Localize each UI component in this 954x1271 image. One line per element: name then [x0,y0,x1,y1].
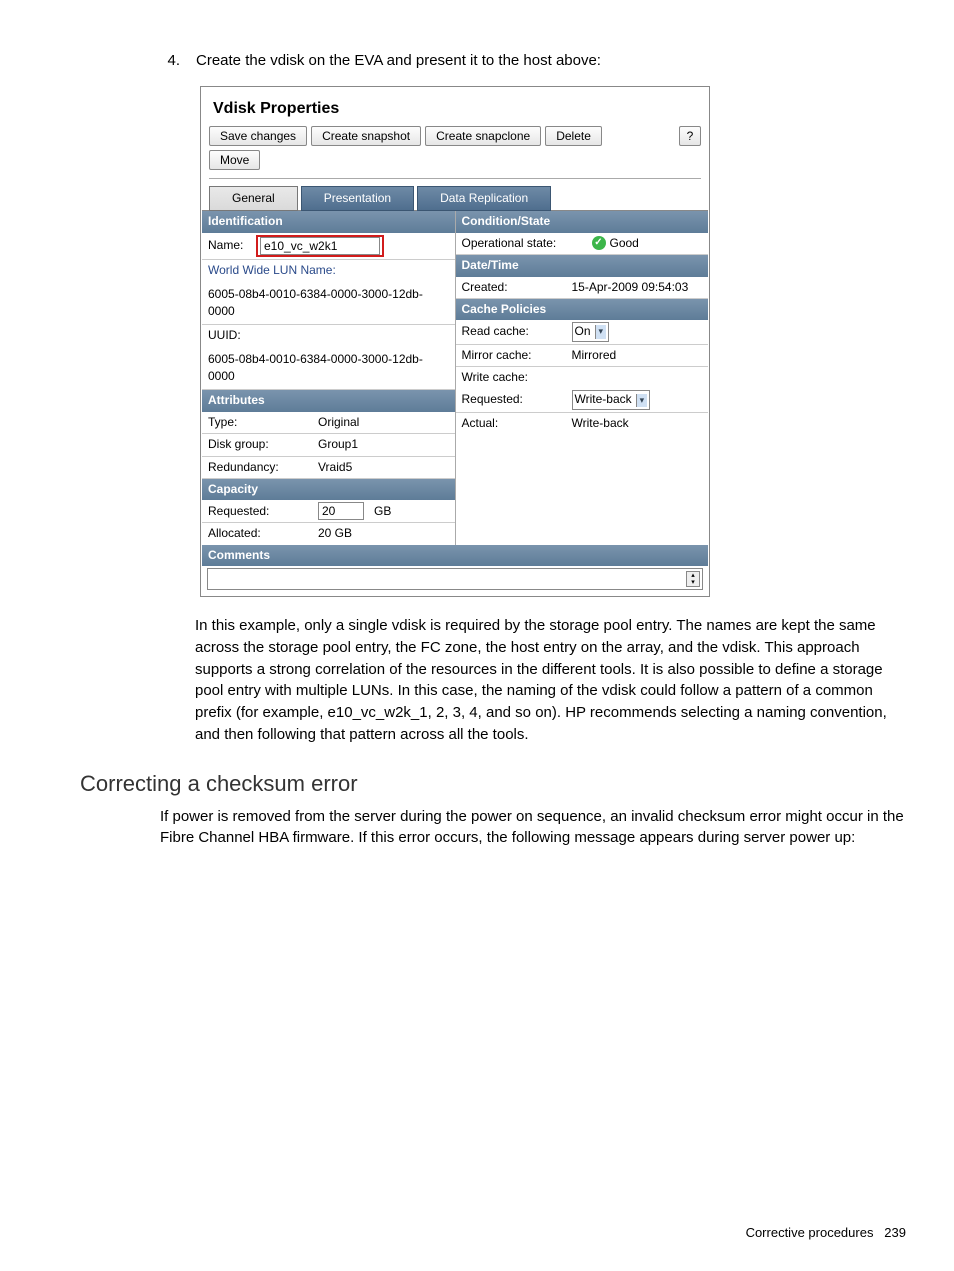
save-button[interactable]: Save changes [209,126,307,146]
footer-label: Corrective procedures [746,1225,874,1240]
type-label: Type: [208,414,318,431]
numbered-step: 4. Create the vdisk on the EVA and prese… [150,50,914,72]
disk-group-label: Disk group: [208,436,318,453]
uuid-value: 6005-08b4-0010-6384-0000-3000-12db-0000 [202,349,455,391]
paragraph-1: In this example, only a single vdisk is … [195,615,914,746]
chevron-down-icon: ▾ [595,325,607,338]
section-comments: Comments [202,545,708,566]
write-actual-label: Actual: [462,415,572,432]
create-snapclone-button[interactable]: Create snapclone [425,126,541,146]
created-label: Created: [462,279,572,296]
move-button[interactable]: Move [209,150,260,170]
section-capacity: Capacity [202,479,455,500]
delete-button[interactable]: Delete [545,126,602,146]
spinner-control[interactable]: ▴▾ [686,571,700,587]
step-number: 4. [150,50,180,72]
write-cache-select[interactable]: Write-back▾ [572,390,651,409]
status-good: ✓ Good [592,235,639,252]
window-title: Vdisk Properties [201,87,709,126]
redundancy-label: Redundancy: [208,459,318,476]
section-datetime: Date/Time [456,255,709,276]
chevron-down-icon: ▾ [636,394,648,407]
type-value: Original [318,414,449,431]
check-icon: ✓ [592,236,606,250]
requested-label: Requested: [208,503,318,520]
write-req-label: Requested: [462,391,572,408]
write-actual-value: Write-back [572,415,703,432]
write-cache-label: Write cache: [462,369,572,386]
section-condition: Condition/State [456,211,709,232]
op-state-value: Good [610,235,639,252]
uuid-label: UUID: [202,325,455,348]
wwn-value: 6005-08b4-0010-6384-0000-3000-12db-0000 [202,284,455,326]
help-button[interactable]: ? [679,126,701,146]
heading-checksum: Correcting a checksum error [80,768,914,800]
allocated-value: 20 GB [318,525,449,542]
mirror-cache-value: Mirrored [572,347,703,364]
name-highlight [256,235,384,257]
tab-presentation[interactable]: Presentation [301,186,414,211]
tab-general[interactable]: General [209,186,298,211]
comments-textarea[interactable]: ▴▾ [207,568,703,590]
page-footer: Corrective procedures 239 [746,1224,906,1243]
tab-data-replication[interactable]: Data Replication [417,186,551,211]
section-attributes: Attributes [202,390,455,411]
footer-page: 239 [884,1225,906,1240]
allocated-label: Allocated: [208,525,318,542]
created-value: 15-Apr-2009 09:54:03 [572,279,703,296]
step-text: Create the vdisk on the EVA and present … [196,50,914,72]
vdisk-properties-screenshot: Vdisk Properties Save changes Create sna… [200,86,710,597]
name-input[interactable] [260,237,380,255]
section-identification: Identification [202,211,455,232]
section-cache: Cache Policies [456,299,709,320]
mirror-cache-label: Mirror cache: [462,347,572,364]
read-cache-label: Read cache: [462,323,572,340]
requested-input[interactable] [318,502,364,520]
op-state-label: Operational state: [462,235,592,252]
create-snapshot-button[interactable]: Create snapshot [311,126,421,146]
name-label: Name: [208,237,256,254]
wwn-label: World Wide LUN Name: [202,260,455,283]
redundancy-value: Vraid5 [318,459,449,476]
paragraph-2: If power is removed from the server duri… [160,806,914,850]
requested-unit: GB [374,503,391,520]
read-cache-select[interactable]: On▾ [572,322,610,341]
disk-group-value: Group1 [318,436,449,453]
